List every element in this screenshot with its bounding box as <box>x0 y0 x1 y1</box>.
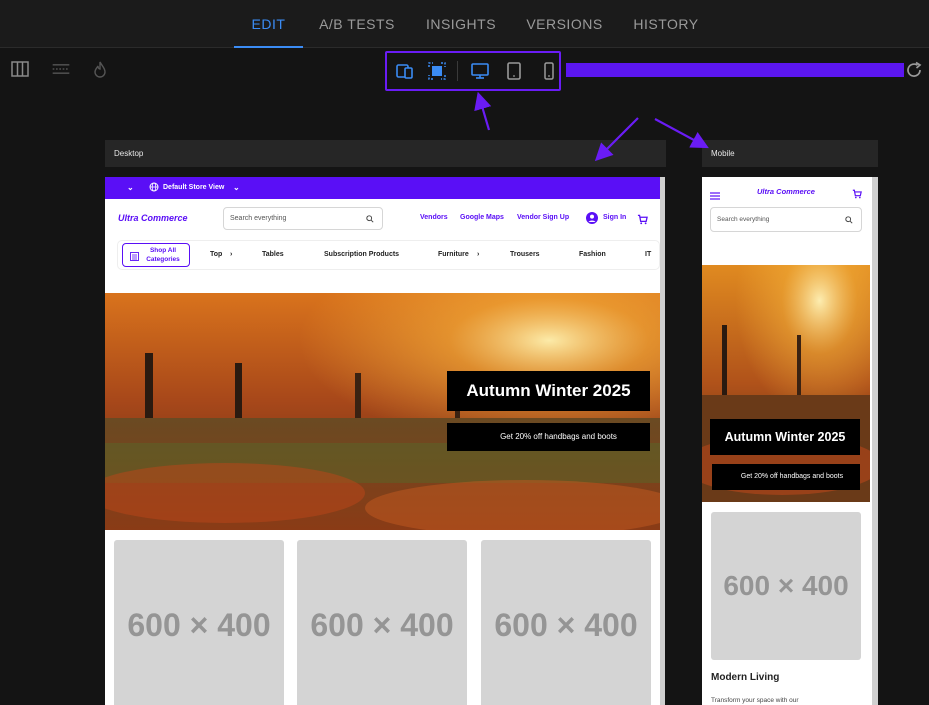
mobile-frame-label: Mobile <box>702 140 878 167</box>
mobile-search-placeholder: Search everything <box>717 216 770 223</box>
arrow-to-device-group <box>474 91 492 131</box>
toolbar-divider <box>457 61 458 81</box>
shop-all-label-1: Shop All <box>149 247 177 254</box>
desktop-frame-label: Desktop <box>105 140 666 167</box>
search-input[interactable]: Search everything <box>223 207 383 230</box>
mobile-site-logo[interactable]: Ultra Commerce <box>757 187 815 196</box>
columns-icon[interactable] <box>9 58 31 80</box>
fit-screen-icon[interactable] <box>426 60 448 82</box>
promo-bar: ⌄ Default Store View ⌄ <box>105 177 660 199</box>
desktop-icon[interactable] <box>469 60 491 82</box>
chevron-down-icon[interactable]: ⌄ <box>127 183 134 192</box>
hero-title: Autumn Winter 2025 <box>447 371 650 411</box>
cart-icon[interactable] <box>637 212 648 225</box>
link-vendors[interactable]: Vendors <box>420 214 448 221</box>
ruler-icon[interactable] <box>49 58 73 80</box>
hamburger-menu-icon[interactable] <box>710 187 720 200</box>
hero-banner[interactable]: Autumn Winter 2025 Get 20% off handbags … <box>105 293 660 530</box>
mobile-scrollbar[interactable] <box>872 177 878 705</box>
mobile-hero-title: Autumn Winter 2025 <box>710 419 860 455</box>
category-subscription-products[interactable]: Subscription Products <box>324 251 399 258</box>
mobile-hero-subtitle: Get 20% off handbags and boots <box>712 464 860 490</box>
site-header: Ultra Commerce Search everything Vendors… <box>105 199 660 239</box>
desktop-scrollbar[interactable] <box>660 177 665 705</box>
mobile-search-input[interactable]: Search everything <box>710 207 862 232</box>
autumn-park-image <box>105 293 660 530</box>
flame-icon[interactable] <box>89 59 111 81</box>
search-placeholder: Search everything <box>230 215 287 222</box>
category-furniture[interactable]: Furniture <box>438 251 469 258</box>
product-placeholder-3[interactable]: 600 × 400 <box>481 540 651 705</box>
category-top[interactable]: Top <box>210 251 222 258</box>
store-view-selector[interactable]: Default Store View <box>163 184 224 191</box>
user-icon[interactable] <box>586 211 598 224</box>
mobile-hero-banner[interactable]: Autumn Winter 2025 Get 20% off handbags … <box>702 265 870 502</box>
category-fashion[interactable]: Fashion <box>579 251 606 258</box>
url-bar-redacted[interactable] <box>566 63 904 77</box>
mobile-preview[interactable]: Ultra Commerce Search everything Autumn … <box>702 177 878 705</box>
tab-edit[interactable]: EDIT <box>234 0 303 48</box>
tab-ab-tests[interactable]: A/B TESTS <box>313 0 401 48</box>
top-tab-bar: EDIT A/B TESTS INSIGHTS VERSIONS HISTORY <box>0 0 929 48</box>
product-placeholder-1[interactable]: 600 × 400 <box>114 540 284 705</box>
sign-in-link[interactable]: Sign In <box>603 214 626 221</box>
tab-insights[interactable]: INSIGHTS <box>420 0 502 48</box>
section-text: Transform your space with our <box>711 697 799 704</box>
chevron-right-icon: › <box>230 251 233 258</box>
list-icon <box>130 252 139 261</box>
category-nav: Shop All Categories Top › Tables Subscri… <box>117 240 660 270</box>
category-it[interactable]: IT <box>645 251 651 258</box>
globe-icon <box>149 182 159 192</box>
tab-versions[interactable]: VERSIONS <box>521 0 608 48</box>
mobile-cart-icon[interactable] <box>852 186 862 199</box>
shop-all-categories-button[interactable]: Shop All Categories <box>122 243 190 267</box>
refresh-icon[interactable] <box>903 59 925 81</box>
editor-toolbar <box>0 49 929 91</box>
link-vendor-signup[interactable]: Vendor Sign Up <box>517 214 569 221</box>
chevron-down-icon[interactable]: ⌄ <box>233 183 240 192</box>
shop-all-label-2: Categories <box>146 256 180 263</box>
chevron-right-icon: › <box>477 251 480 258</box>
site-logo[interactable]: Ultra Commerce <box>118 213 188 223</box>
product-placeholder-2[interactable]: 600 × 400 <box>297 540 467 705</box>
category-trousers[interactable]: Trousers <box>510 251 540 258</box>
hero-subtitle: Get 20% off handbags and boots <box>447 423 650 451</box>
mobile-product-placeholder[interactable]: 600 × 400 <box>711 512 861 660</box>
responsive-icon[interactable] <box>394 60 416 82</box>
section-title: Modern Living <box>711 672 780 683</box>
link-google-maps[interactable]: Google Maps <box>460 214 504 221</box>
mobile-search-icon <box>845 215 853 224</box>
search-icon <box>366 214 374 223</box>
device-switcher-group <box>385 51 561 91</box>
tab-history[interactable]: HISTORY <box>628 0 704 48</box>
category-tables[interactable]: Tables <box>262 251 284 258</box>
desktop-preview[interactable]: ⌄ Default Store View ⌄ Ultra Commerce Se… <box>105 177 665 705</box>
mobile-icon[interactable] <box>538 60 560 82</box>
tablet-icon[interactable] <box>503 60 525 82</box>
